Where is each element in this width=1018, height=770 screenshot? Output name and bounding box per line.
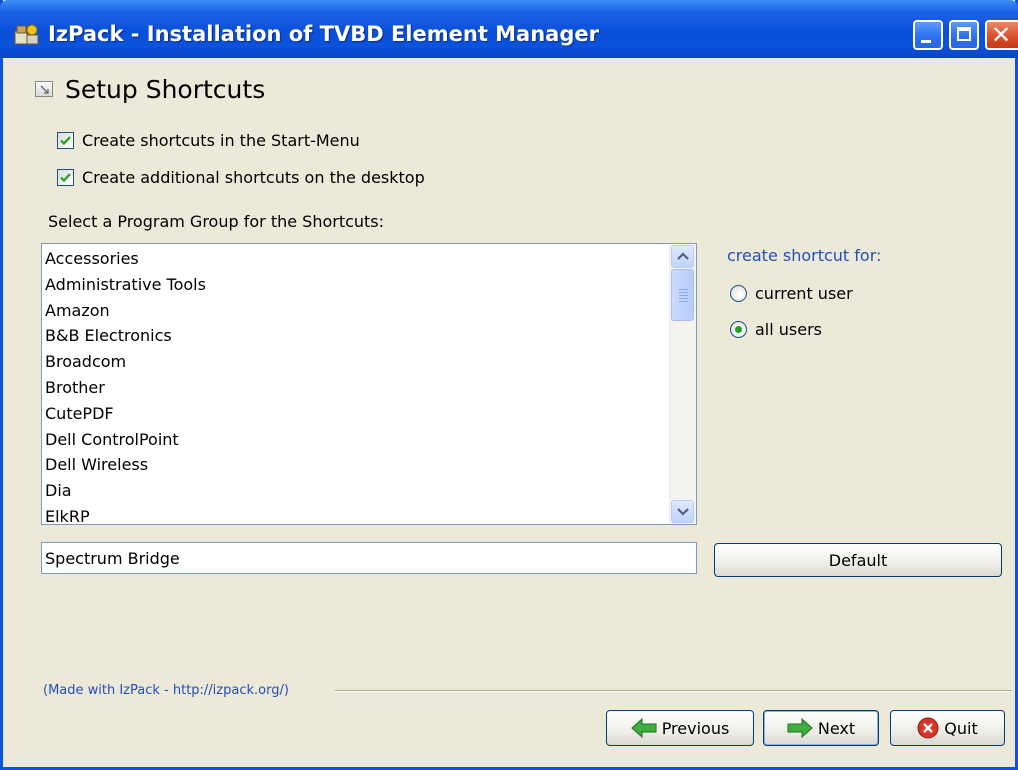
made-with-label: (Made with IzPack - http://izpack.org/) [43,683,289,698]
setup-icon [35,81,53,97]
quit-label: Quit [944,718,978,738]
desktop-checkbox[interactable] [57,168,74,186]
program-group-list[interactable]: Accessories Administrative Tools Amazon … [41,243,697,525]
minimize-button[interactable] [913,20,943,50]
stop-icon [917,717,939,739]
window-title: IzPack - Installation of TVBD Element Ma… [48,22,599,46]
start-menu-checkbox[interactable] [57,131,74,149]
chevron-up-icon [677,252,689,260]
start-menu-shortcuts-option[interactable]: Create shortcuts in the Start-Menu [57,129,360,151]
list-item[interactable]: Broadcom [44,349,668,375]
scroll-up-button[interactable] [671,245,694,268]
all-users-label: all users [755,319,823,339]
program-group-label: Select a Program Group for the Shortcuts… [48,212,385,231]
title-bar[interactable]: IzPack - Installation of TVBD Element Ma… [0,0,1018,58]
list-item[interactable]: Administrative Tools [44,272,668,298]
next-button[interactable]: Next [763,710,879,746]
default-button[interactable]: Default [714,543,1002,577]
next-label: Next [817,718,856,738]
previous-button[interactable]: Previous [606,710,754,746]
scroll-thumb[interactable] [671,269,694,321]
list-item[interactable]: Dia [44,478,668,504]
list-item[interactable]: Brother [44,375,668,401]
shortcut-for-label: create shortcut for: [727,246,882,265]
minimize-icon [921,40,931,43]
installer-window: IzPack - Installation of TVBD Element Ma… [0,0,1018,770]
list-item[interactable]: Amazon [44,298,668,324]
list-item[interactable]: B&B Electronics [44,323,668,349]
list-item[interactable]: Accessories [44,246,668,272]
current-user-radio[interactable] [730,284,747,302]
maximize-button[interactable] [949,20,979,50]
close-icon: ✕ [991,21,1012,49]
all-users-radio[interactable] [730,320,747,338]
chevron-down-icon [677,508,689,516]
panel-title: Setup Shortcuts [65,75,266,104]
arrow-right-icon [787,718,813,738]
current-user-label: current user [755,283,853,303]
list-item[interactable]: ElkRP [44,504,668,524]
list-item[interactable]: CutePDF [44,401,668,427]
previous-label: Previous [661,718,730,738]
arrow-left-icon [630,718,657,738]
desktop-label: Create additional shortcuts on the deskt… [82,167,425,187]
all-users-option[interactable]: all users [730,318,822,340]
quit-button[interactable]: Quit [890,710,1005,746]
close-button[interactable]: ✕ [985,20,1018,50]
start-menu-label: Create shortcuts in the Start-Menu [82,130,360,150]
default-button-label: Default [828,550,888,570]
desktop-shortcuts-option[interactable]: Create additional shortcuts on the deskt… [57,166,425,188]
list-item[interactable]: Dell Wireless [44,452,668,478]
list-scrollbar[interactable] [669,244,696,524]
izpack-app-icon [14,22,40,46]
maximize-icon [957,27,971,41]
footer-divider [335,690,1012,692]
program-group-input[interactable] [41,542,697,574]
current-user-option[interactable]: current user [730,282,853,304]
list-item[interactable]: Dell ControlPoint [44,427,668,453]
scroll-down-button[interactable] [671,500,694,523]
